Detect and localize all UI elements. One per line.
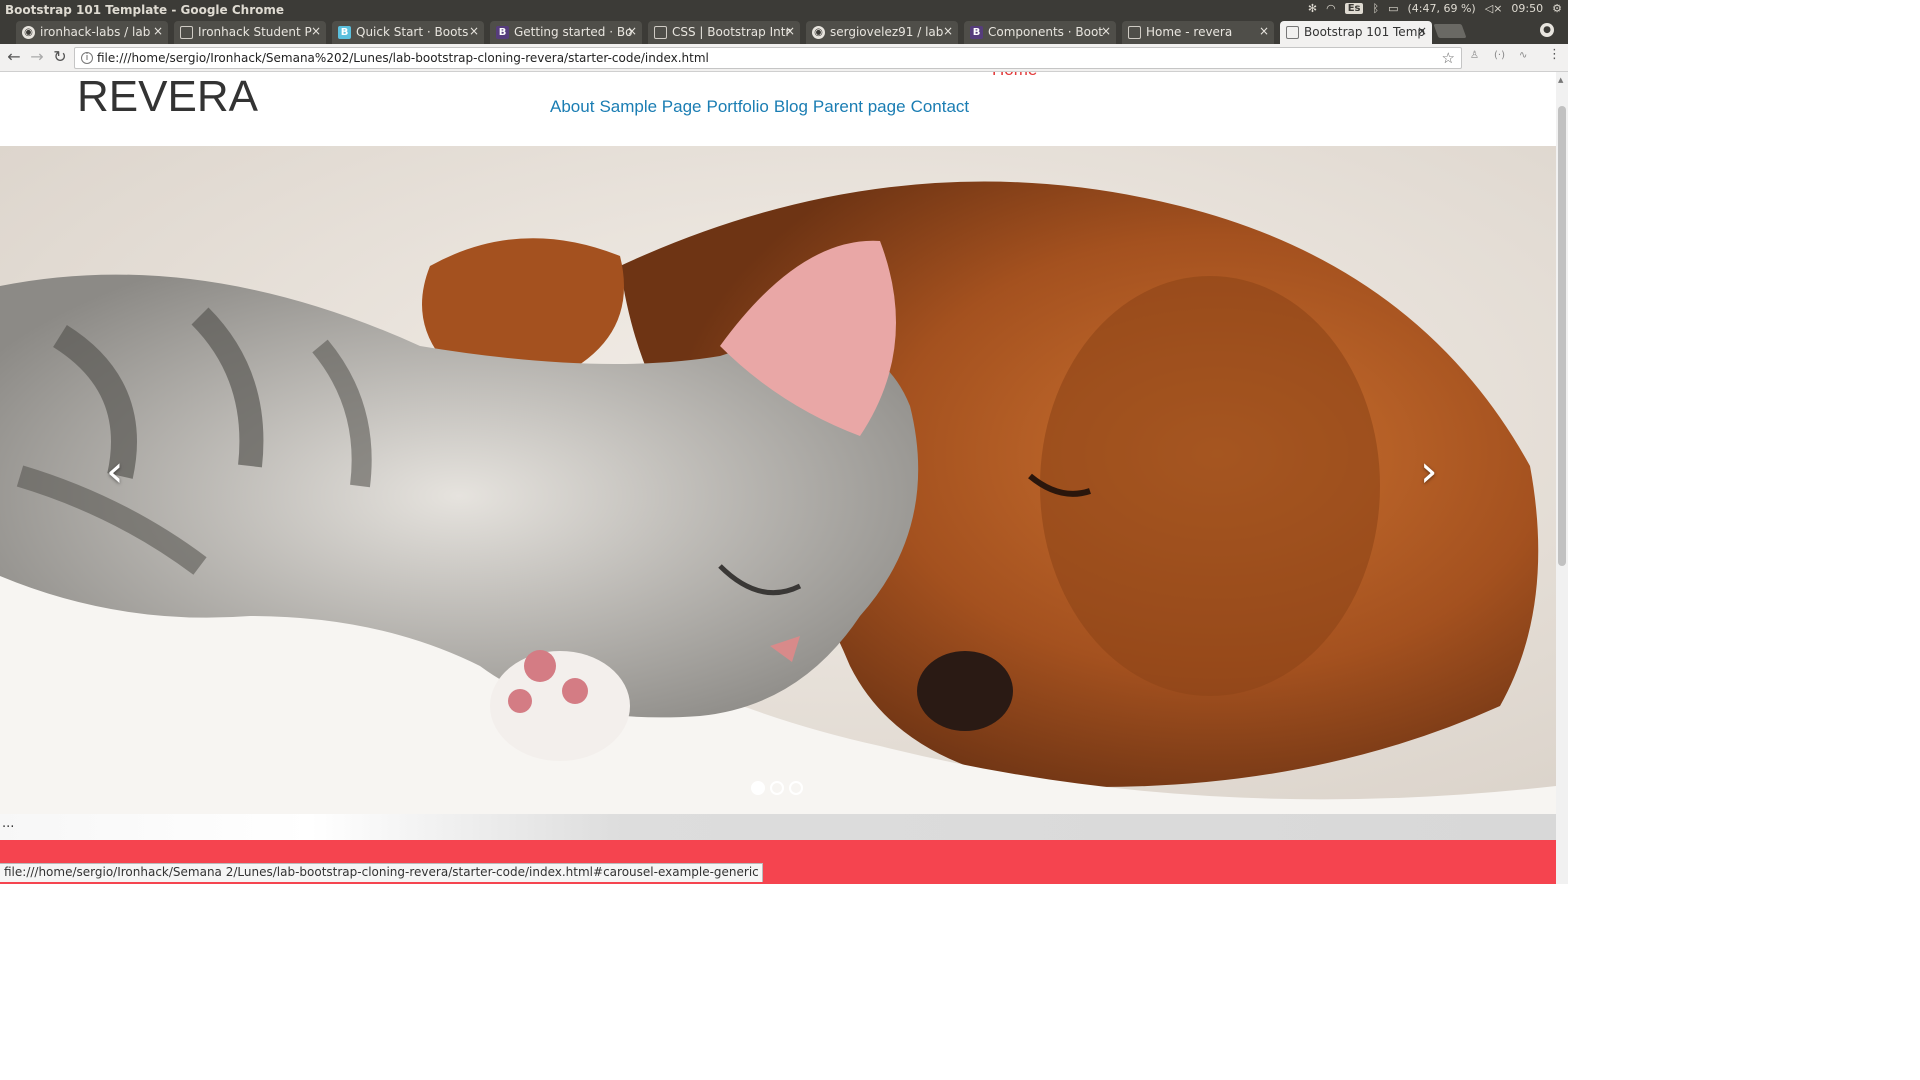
- bookmark-star-icon[interactable]: ☆: [1442, 49, 1455, 67]
- status-bubble: file:///home/sergio/Ironhack/Semana 2/Lu…: [0, 863, 763, 882]
- close-icon[interactable]: ×: [1259, 24, 1269, 38]
- tab[interactable]: ◉ sergiovelez91 / lab ×: [806, 21, 958, 44]
- close-icon[interactable]: ×: [469, 24, 479, 38]
- tab-label: CSS | Bootstrap Intr: [672, 25, 791, 39]
- menu-kebab-icon[interactable]: ⋮: [1548, 47, 1561, 62]
- close-icon[interactable]: ×: [943, 24, 953, 38]
- site-brand[interactable]: REVERA: [77, 72, 258, 122]
- nav-link-sample-page[interactable]: Sample Page: [599, 97, 701, 116]
- close-icon[interactable]: ×: [627, 24, 637, 38]
- clock[interactable]: 09:50: [1511, 2, 1543, 15]
- nav-home-link[interactable]: Home: [992, 72, 1037, 80]
- github-icon: ◉: [812, 26, 825, 39]
- settings-gear-icon[interactable]: ✻: [1308, 2, 1317, 15]
- extension-icon[interactable]: ♙: [1470, 50, 1479, 61]
- nav-link-parent-page[interactable]: Parent page: [813, 97, 906, 116]
- tab-label: ironhack-labs / lab: [40, 25, 151, 39]
- ellipsis-text: ...: [2, 816, 15, 831]
- url-text[interactable]: file:///home/sergio/Ironhack/Semana%202/…: [97, 51, 709, 65]
- power-gear-icon[interactable]: ⚙: [1552, 2, 1562, 15]
- volume-icon[interactable]: ◁×: [1485, 2, 1503, 15]
- reload-icon[interactable]: ↻: [51, 48, 69, 66]
- extension-icon[interactable]: (·): [1494, 50, 1505, 61]
- carousel-prev-chevron-icon[interactable]: ‹: [106, 446, 124, 497]
- bluetooth-icon[interactable]: ᛒ: [1372, 2, 1379, 15]
- bootstrap-icon: B: [496, 26, 509, 39]
- page-icon: [1286, 26, 1299, 39]
- carousel-indicator[interactable]: [789, 781, 803, 795]
- forward-arrow-icon[interactable]: →: [28, 48, 46, 66]
- tab[interactable]: B Getting started · Bo ×: [490, 21, 642, 44]
- nav-link-portfolio[interactable]: Portfolio: [707, 97, 769, 116]
- keyboard-layout-indicator[interactable]: Es: [1344, 3, 1364, 14]
- tab-label: Home - revera: [1146, 25, 1233, 39]
- tab-label: Getting started · Bo: [514, 25, 633, 39]
- tab-label: Ironhack Student P: [198, 25, 312, 39]
- page-scrollbar[interactable]: ▲: [1556, 72, 1568, 884]
- scroll-up-arrow-icon[interactable]: ▲: [1558, 76, 1563, 84]
- tab-active[interactable]: Bootstrap 101 Temp ×: [1280, 21, 1432, 44]
- github-icon: ◉: [22, 26, 35, 39]
- close-icon[interactable]: ×: [1417, 24, 1427, 38]
- tab[interactable]: B Components · Boot ×: [964, 21, 1116, 44]
- page-icon: [180, 26, 193, 39]
- battery-icon[interactable]: ▭: [1388, 2, 1398, 15]
- close-icon[interactable]: ×: [153, 24, 163, 38]
- carousel-indicators: [751, 781, 803, 795]
- nav-link-blog[interactable]: Blog: [774, 97, 808, 116]
- carousel-indicator[interactable]: [770, 781, 784, 795]
- tab[interactable]: Ironhack Student P ×: [174, 21, 326, 44]
- extension-icon[interactable]: ∿: [1519, 50, 1527, 61]
- tab-strip: ◉ ironhack-labs / lab × Ironhack Student…: [0, 20, 1568, 44]
- bootstrap-icon: B: [970, 26, 983, 39]
- bootstrap-icon: B: [338, 26, 351, 39]
- tab[interactable]: B Quick Start · Boots ×: [332, 21, 484, 44]
- tab[interactable]: Home - revera ×: [1122, 21, 1274, 44]
- page-viewport: REVERA Home About Sample Page Portfolio Blo…: [0, 72, 1556, 884]
- close-icon[interactable]: ×: [311, 24, 321, 38]
- profile-icon[interactable]: ●: [1540, 23, 1554, 37]
- scrollbar-thumb[interactable]: [1558, 106, 1566, 566]
- tab-label: sergiovelez91 / lab: [830, 25, 944, 39]
- tab-label: Components · Boot: [988, 25, 1103, 39]
- battery-status[interactable]: (4:47, 69 %): [1408, 2, 1476, 15]
- carousel[interactable]: ‹ › ~~~: [0, 146, 1556, 814]
- tab-label: Quick Start · Boots: [356, 25, 469, 39]
- main-nav: About Sample Page Portfolio Blog Parent page…: [550, 97, 974, 117]
- new-tab-button[interactable]: [1433, 24, 1467, 38]
- tab[interactable]: CSS | Bootstrap Intr ×: [648, 21, 800, 44]
- carousel-indicator[interactable]: [751, 781, 765, 795]
- page-icon: [654, 26, 667, 39]
- system-tray: ✻ ◠ Es ᛒ ▭ (4:47, 69 %) ◁× 09:50 ⚙: [1308, 2, 1562, 15]
- window-title: Bootstrap 101 Template - Google Chrome: [5, 3, 285, 17]
- wifi-icon[interactable]: ◠: [1326, 2, 1336, 15]
- tab[interactable]: ◉ ironhack-labs / lab ×: [16, 21, 168, 44]
- page-icon: [1128, 26, 1141, 39]
- back-arrow-icon[interactable]: ←: [5, 48, 23, 66]
- nav-link-contact[interactable]: Contact: [911, 97, 970, 116]
- carousel-slide-image: [0, 146, 1556, 814]
- browser-toolbar: ← → ↻ i file:///home/sergio/Ironhack/Sem…: [0, 44, 1568, 72]
- os-top-bar: Bootstrap 101 Template - Google Chrome ✻…: [0, 0, 1568, 20]
- tab-label: Bootstrap 101 Temp: [1304, 25, 1425, 39]
- section-strip: ...: [0, 814, 1556, 840]
- info-icon[interactable]: i: [81, 52, 93, 64]
- carousel-next-chevron-icon[interactable]: ›: [1420, 446, 1438, 497]
- close-icon[interactable]: ×: [785, 24, 795, 38]
- nav-link-about[interactable]: About: [550, 97, 594, 116]
- address-bar[interactable]: i file:///home/sergio/Ironhack/Semana%20…: [74, 47, 1462, 69]
- close-icon[interactable]: ×: [1101, 24, 1111, 38]
